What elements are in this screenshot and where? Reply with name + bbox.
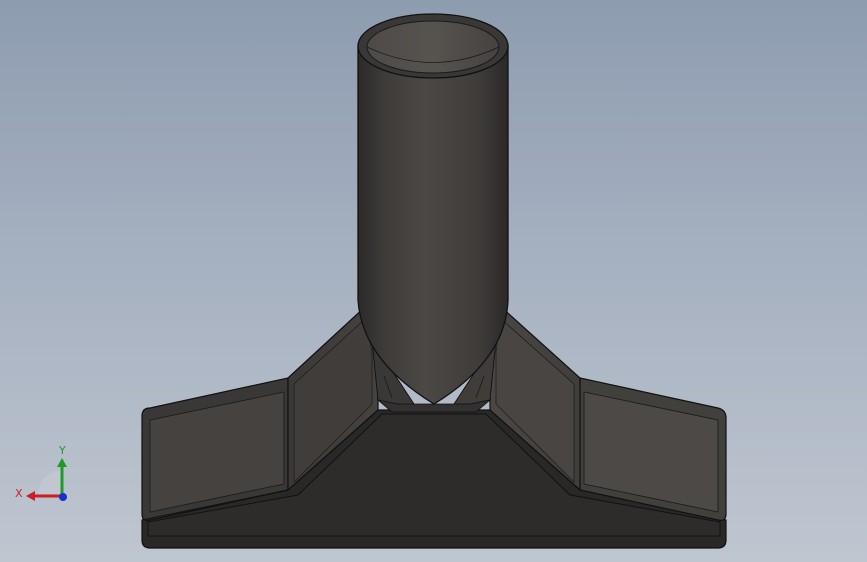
y-axis-label: Y: [58, 444, 66, 457]
triad-plane-indicator: [38, 470, 62, 494]
x-axis-arrow: [26, 491, 35, 501]
orientation-triad: Y X: [15, 444, 67, 501]
x-axis-label: X: [15, 487, 23, 500]
graphics-viewport[interactable]: Y X: [0, 0, 867, 562]
3d-model[interactable]: [0, 0, 867, 562]
y-axis-arrow: [57, 458, 67, 467]
tube[interactable]: [357, 13, 509, 405]
z-axis-dot: [59, 493, 67, 501]
